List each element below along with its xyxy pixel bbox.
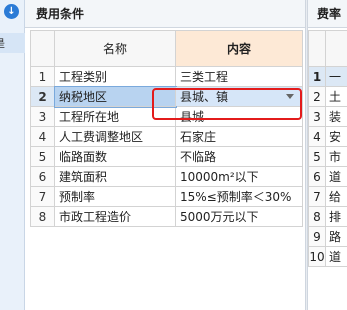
row-number: 1: [30, 66, 55, 87]
rate-panel-title: 费率: [317, 7, 342, 21]
column-header-content[interactable]: 内容: [175, 30, 303, 67]
table-row[interactable]: 6 建筑面积 10000m²以下: [30, 166, 303, 187]
row-number: 2: [308, 86, 326, 107]
value-cell[interactable]: 15%≤预制率＜30%: [175, 186, 303, 207]
row-number: 3: [308, 106, 326, 127]
value-cell[interactable]: 5000万元以下: [175, 206, 303, 227]
row-number: 10: [308, 246, 326, 267]
value-cell[interactable]: 石家庄: [175, 126, 303, 147]
name-cell[interactable]: 临路面数: [54, 146, 176, 167]
table-row-selected[interactable]: 1一: [308, 66, 347, 87]
name-cell[interactable]: 人工费调整地区: [54, 126, 176, 147]
table-row[interactable]: 5市: [308, 146, 347, 167]
table-row[interactable]: 10 道: [308, 246, 347, 267]
rate-cell[interactable]: 市: [325, 146, 347, 167]
row-number: 6: [308, 166, 326, 187]
rate-cell[interactable]: 给: [325, 186, 347, 207]
table-row[interactable]: 1 工程类别 三类工程: [30, 66, 303, 87]
row-number: 4: [30, 126, 55, 147]
rate-cell[interactable]: 道: [325, 166, 347, 187]
fee-conditions-table: 名称 内容 1 工程类别 三类工程 2 纳税地区 县城、镇 3 工程所在地 县城…: [30, 30, 303, 227]
row-number: 7: [308, 186, 326, 207]
rate-cell[interactable]: 安: [325, 126, 347, 147]
rate-cell[interactable]: 装: [325, 106, 347, 127]
rate-cell[interactable]: 土: [325, 86, 347, 107]
table-row[interactable]: 7给: [308, 186, 347, 207]
row-number: 9: [308, 226, 326, 247]
table-row[interactable]: 2土: [308, 86, 347, 107]
fee-conditions-title: 费用条件: [36, 7, 85, 21]
table-row[interactable]: 8排: [308, 206, 347, 227]
highlight-box: [152, 88, 302, 120]
name-cell[interactable]: 市政工程造价: [54, 206, 176, 227]
table-row[interactable]: 5 临路面数 不临路: [30, 146, 303, 167]
row-number: 5: [30, 146, 55, 167]
name-cell[interactable]: 工程类别: [54, 66, 176, 87]
row-number-header: [30, 30, 55, 67]
rate-cell[interactable]: 排: [325, 206, 347, 227]
row-number: 2: [30, 86, 55, 107]
column-header-name[interactable]: 名称: [54, 30, 176, 67]
rate-table: 1一 2土 3装 4安 5市 6道 7给 8排 9路 10 道: [308, 30, 347, 267]
row-number: 8: [30, 206, 55, 227]
row-number: 1: [308, 66, 326, 87]
row-number: 8: [308, 206, 326, 227]
name-cell[interactable]: 建筑面积: [54, 166, 176, 187]
table-row[interactable]: 6道: [308, 166, 347, 187]
row-number: 3: [30, 106, 55, 127]
table-row[interactable]: 8 市政工程造价 5000万元以下: [30, 206, 303, 227]
table-row[interactable]: 7 预制率 15%≤预制率＜30%: [30, 186, 303, 207]
row-number-header: [308, 30, 326, 67]
table-row[interactable]: 4 人工费调整地区 石家庄: [30, 126, 303, 147]
rate-cell[interactable]: 路: [325, 226, 347, 247]
table-row[interactable]: 3装: [308, 106, 347, 127]
value-cell[interactable]: 不临路: [175, 146, 303, 167]
down-arrow-icon[interactable]: ↓: [4, 4, 19, 19]
row-number: 4: [308, 126, 326, 147]
rate-cell[interactable]: 一: [325, 66, 347, 87]
row-number: 7: [30, 186, 55, 207]
row-number: 5: [308, 146, 326, 167]
value-cell[interactable]: 10000m²以下: [175, 166, 303, 187]
table-row[interactable]: 4安: [308, 126, 347, 147]
row-number: 6: [30, 166, 55, 187]
table-row[interactable]: 9路: [308, 226, 347, 247]
rate-column-header[interactable]: [325, 30, 347, 67]
value-cell[interactable]: 三类工程: [175, 66, 303, 87]
name-cell[interactable]: 预制率: [54, 186, 176, 207]
rate-cell[interactable]: 道: [325, 246, 347, 267]
left-item-label: 是: [0, 35, 24, 51]
